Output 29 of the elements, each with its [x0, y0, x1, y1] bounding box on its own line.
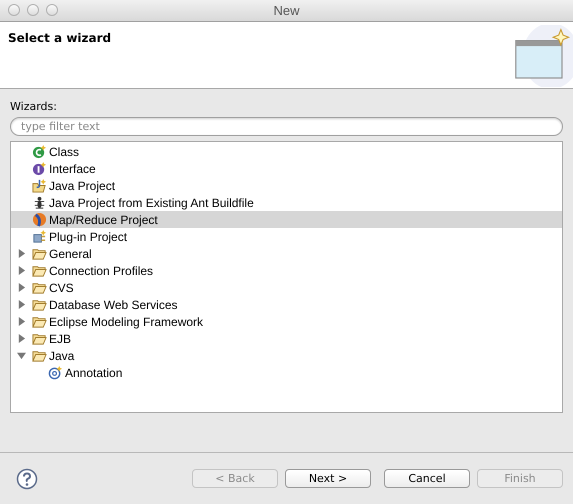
tree-item[interactable]: Java Project [11, 177, 562, 194]
sphere-icon [32, 212, 47, 227]
collapse-arrow-icon[interactable] [17, 351, 26, 360]
filter-field[interactable]: type filter text [10, 117, 563, 136]
project-icon [32, 178, 47, 193]
class-icon [32, 144, 47, 159]
help-icon[interactable] [16, 468, 38, 490]
tree-item[interactable]: Connection Profiles [11, 262, 562, 279]
wizards-label: Wizards: [10, 100, 58, 113]
tree-item[interactable]: Java [11, 347, 562, 364]
page-title: Select a wizard [8, 31, 112, 45]
annotation-icon [48, 365, 63, 380]
tree-item[interactable]: EJB [11, 330, 562, 347]
tree-item[interactable]: Plug-in Project [11, 228, 562, 245]
tree-item[interactable]: Interface [11, 160, 562, 177]
interface-icon [32, 161, 47, 176]
dialog-button[interactable]: Cancel [384, 469, 470, 488]
tree-item[interactable]: Java Project from Existing Ant Buildfile [11, 194, 562, 211]
tree-item[interactable]: General [11, 245, 562, 262]
window-title: New [273, 3, 300, 18]
dialog-button[interactable]: Next > [285, 469, 371, 488]
plug-icon [32, 229, 47, 244]
ant-icon [32, 195, 47, 210]
tree-item[interactable]: CVS [11, 279, 562, 296]
tree-item[interactable]: Annotation [11, 364, 562, 381]
tree-item[interactable]: Map/Reduce Project [11, 211, 562, 228]
tree-item[interactable]: Class [11, 143, 562, 160]
tree-item[interactable]: Eclipse Modeling Framework [11, 313, 562, 330]
tree-item[interactable]: Database Web Services [11, 296, 562, 313]
